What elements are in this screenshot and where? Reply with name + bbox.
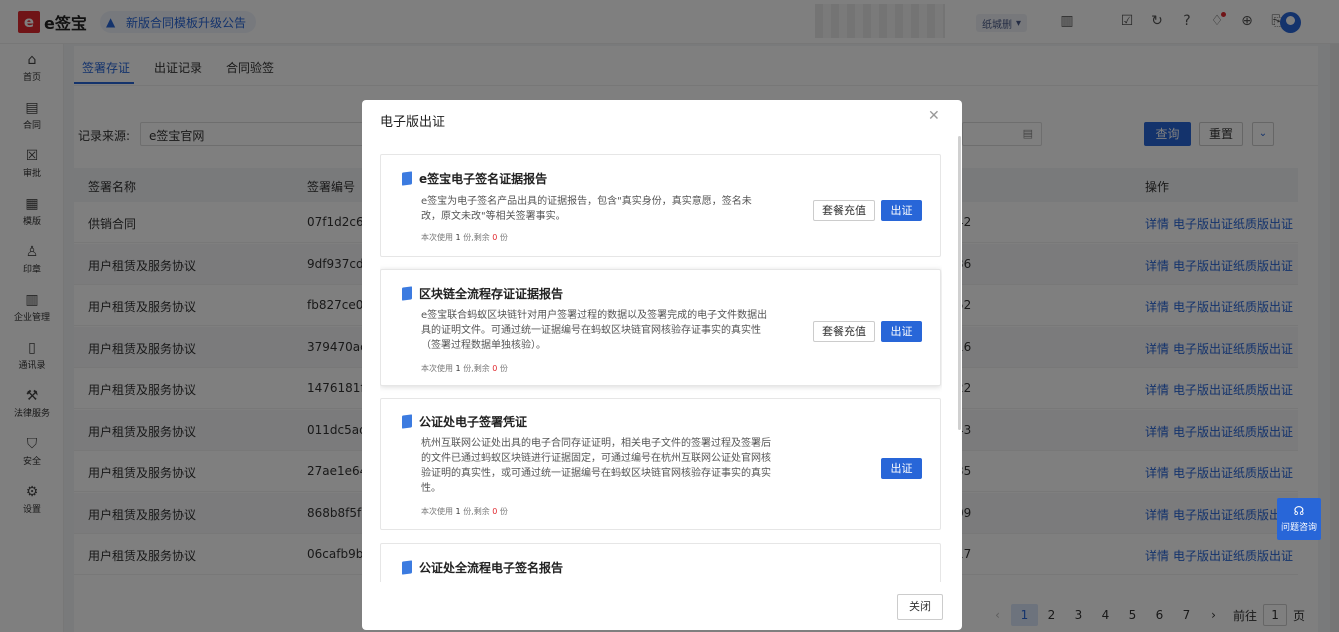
card-description: e签宝为电子签名产品出具的证据报告，包含"真实身份，真实意愿，签名未改，原文未改… [421,196,752,222]
dialog-title: 电子版出证 [380,115,446,130]
cert-card-notary-full-report: 公证处全流程电子签名报告 [380,543,941,582]
card-usage: 本次使用 1 份,剩余 0 份 [421,233,508,242]
close-button[interactable]: 关闭 [897,594,943,620]
card-description: e签宝联合蚂蚁区块链针对用户签署过程的数据以及签署完成的电子文件数据出具的证明文… [421,310,768,351]
issue-cert-button[interactable]: 出证 [881,458,922,479]
cert-card-blockchain-report: 区块链全流程存证证据报告 e签宝联合蚂蚁区块链针对用户签署过程的数据以及签署完成… [380,269,941,386]
issue-cert-button[interactable]: 出证 [881,321,922,342]
card-title: 公证处全流程电子签名报告 [419,561,564,575]
cert-card-esign-report: e签宝电子签名证据报告 e签宝为电子签名产品出具的证据报告，包含"真实身份，真实… [380,154,941,257]
cert-card-notary-voucher: 公证处电子签署凭证 杭州互联网公证处出具的电子合同存证证明，相关电子文件的签署过… [380,398,941,530]
issue-cert-button[interactable]: 出证 [881,200,922,221]
card-usage: 本次使用 1 份,剩余 0 份 [421,364,508,373]
help-consult-button[interactable]: ☊ 问题咨询 [1277,498,1321,540]
cert-dialog: 电子版出证 ✕ e签宝电子签名证据报告 e签宝为电子签名产品出具的证据报告，包含… [362,100,962,630]
card-description: 杭州互联网公证处出具的电子合同存证证明，相关电子文件的签署过程及签署后的文件已通… [421,438,771,494]
card-title: e签宝电子签名证据报告 [419,172,548,186]
help-label: 问题咨询 [1280,523,1317,533]
report-icon [402,171,412,186]
headset-icon: ☊ [1293,504,1305,518]
card-title: 公证处电子签署凭证 [419,415,528,429]
card-title: 区块链全流程存证证据报告 [419,287,564,301]
report-icon [402,414,412,429]
report-icon [402,560,412,575]
dialog-body: e签宝电子签名证据报告 e签宝为电子签名产品出具的证据报告，包含"真实身份，真实… [380,150,942,582]
close-icon[interactable]: ✕ [928,108,940,124]
recharge-button[interactable]: 套餐充值 [813,321,875,342]
dialog-scrollbar[interactable] [958,136,961,430]
report-icon [402,286,412,301]
card-usage: 本次使用 1 份,剩余 0 份 [421,507,508,516]
recharge-button[interactable]: 套餐充值 [813,200,875,221]
